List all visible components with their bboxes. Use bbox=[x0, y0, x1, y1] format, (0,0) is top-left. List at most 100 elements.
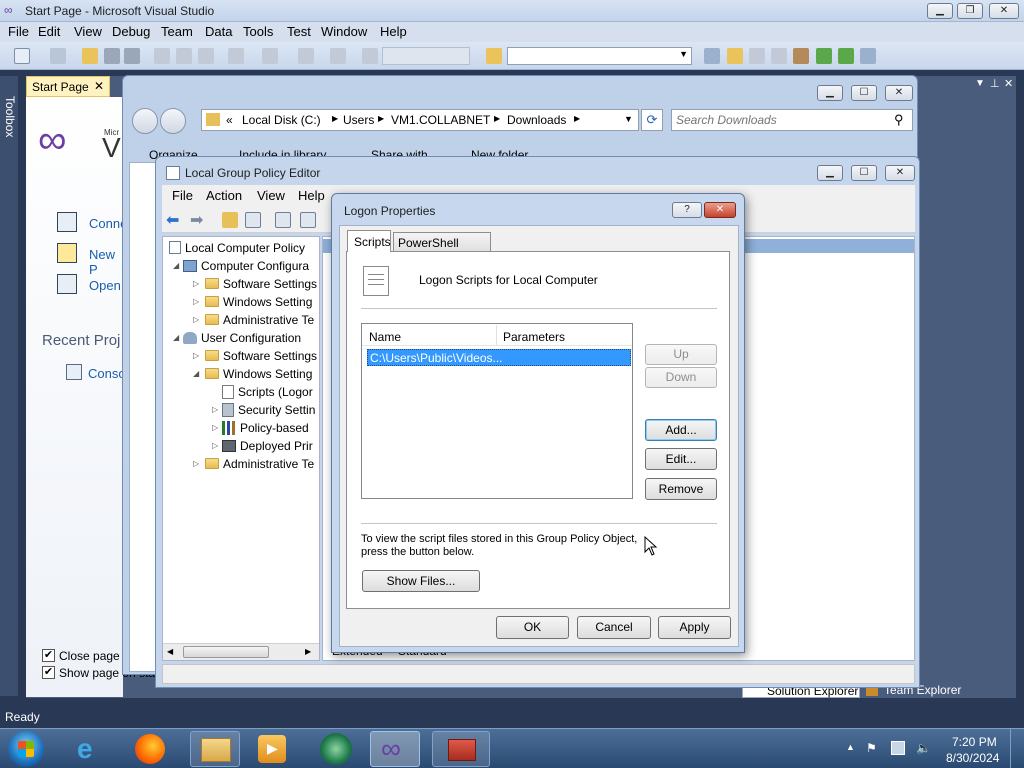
taskbar-media-center-icon[interactable] bbox=[320, 733, 352, 765]
tree-item-administrative-templates-1[interactable]: ▷ Administrative Te bbox=[193, 311, 314, 329]
vs-minimize-button[interactable]: ▁ bbox=[927, 3, 953, 19]
explorer-back-button[interactable] bbox=[132, 108, 158, 134]
new-project-icon[interactable] bbox=[14, 48, 30, 64]
collapse-arrow-icon[interactable]: ▷ bbox=[212, 401, 222, 419]
object-browser-icon[interactable] bbox=[771, 48, 787, 64]
expand-arrow-icon[interactable]: ◢ bbox=[173, 257, 183, 275]
properties-view-icon[interactable] bbox=[275, 212, 291, 228]
solution-explorer-icon[interactable] bbox=[727, 48, 743, 64]
address-bar[interactable]: « Local Disk (C:) ▶ Users ▶ VM1.COLLABNE… bbox=[201, 109, 639, 131]
action-center-flag-icon[interactable]: ⚑ bbox=[866, 741, 880, 755]
tree-item-computer-configuration[interactable]: ◢ Computer Configura bbox=[173, 257, 309, 275]
dialog-help-button[interactable]: ? bbox=[672, 202, 702, 218]
vs-menu-team[interactable]: Team bbox=[161, 24, 193, 39]
explorer-maximize-button[interactable]: ☐ bbox=[851, 85, 877, 101]
taskbar-firefox-icon[interactable] bbox=[135, 734, 165, 764]
collapse-arrow-icon[interactable]: ▷ bbox=[193, 311, 203, 329]
tree-item-administrative-templates-2[interactable]: ▷ Administrative Te bbox=[193, 455, 314, 473]
find-combo[interactable]: ▼ bbox=[507, 47, 692, 65]
collapse-arrow-icon[interactable]: ▷ bbox=[212, 419, 222, 437]
cancel-button[interactable]: Cancel bbox=[577, 616, 651, 639]
volume-muted-icon[interactable]: 🔈 bbox=[916, 741, 931, 755]
start-debug-icon[interactable] bbox=[362, 48, 378, 64]
tree-item-user-configuration[interactable]: ◢ User Configuration bbox=[173, 329, 301, 347]
address-dropdown-icon[interactable]: ▼ bbox=[624, 114, 633, 124]
paste-icon[interactable] bbox=[198, 48, 214, 64]
explorer-close-button[interactable]: ✕ bbox=[885, 85, 913, 101]
explorer-forward-button[interactable] bbox=[160, 108, 186, 134]
taskbar-toolbox-app-icon[interactable] bbox=[432, 731, 490, 767]
list-item[interactable]: C:\Users\Public\Videos... bbox=[367, 349, 631, 366]
up-folder-icon[interactable] bbox=[222, 212, 238, 228]
doc-window-menu-icon[interactable]: ▼ bbox=[975, 78, 985, 89]
gpedit-close-button[interactable]: ✕ bbox=[885, 165, 915, 181]
taskbar-visual-studio-icon[interactable]: ∞ bbox=[370, 731, 420, 767]
solution-config-dropdown[interactable] bbox=[382, 47, 470, 65]
up-button[interactable]: Up bbox=[645, 344, 717, 365]
address-segment-user[interactable]: VM1.COLLABNET bbox=[391, 113, 490, 127]
show-files-button[interactable]: Show Files... bbox=[362, 570, 480, 592]
vs-menu-debug[interactable]: Debug bbox=[112, 24, 150, 39]
vs-restore-button[interactable]: ❐ bbox=[957, 3, 983, 19]
gpedit-menu-help[interactable]: Help bbox=[298, 188, 325, 203]
dialog-close-button[interactable]: ✕ bbox=[704, 202, 736, 218]
tree-horizontal-scrollbar[interactable]: ◀ ▶ bbox=[163, 643, 319, 660]
start-page-icon[interactable] bbox=[816, 48, 832, 64]
tree-item-scripts-logon[interactable]: Scripts (Logor bbox=[212, 383, 313, 401]
vs-menu-file[interactable]: File bbox=[8, 24, 29, 39]
forward-arrow-icon[interactable]: ➡ bbox=[190, 210, 203, 230]
tray-expand-icon[interactable]: ▲ bbox=[846, 742, 855, 752]
export-list-icon[interactable] bbox=[300, 212, 316, 228]
undo-icon[interactable] bbox=[228, 48, 244, 64]
collapse-arrow-icon[interactable]: ▷ bbox=[193, 293, 203, 311]
tab-powershell-scripts[interactable]: PowerShell Scripts bbox=[393, 232, 491, 264]
find-icon[interactable] bbox=[486, 48, 502, 64]
explorer-search-input[interactable] bbox=[676, 112, 876, 128]
gpedit-menu-file[interactable]: File bbox=[172, 188, 193, 203]
tab-close-icon[interactable]: ✕ bbox=[94, 79, 104, 93]
collapse-arrow-icon[interactable]: ▷ bbox=[212, 437, 222, 455]
tree-item-windows-settings-2[interactable]: ◢ Windows Setting bbox=[193, 365, 312, 383]
column-header-parameters[interactable]: Parameters bbox=[503, 330, 565, 344]
add-button[interactable]: Add... bbox=[645, 419, 717, 441]
tree-item-deployed-printers[interactable]: ▷ Deployed Prir bbox=[212, 437, 313, 455]
tree-item-security-settings[interactable]: ▷ Security Settin bbox=[212, 401, 315, 419]
redo-icon[interactable] bbox=[262, 48, 278, 64]
refresh-button[interactable]: ⟳ bbox=[641, 109, 663, 131]
toolbox-strip[interactable]: Toolbox bbox=[0, 76, 18, 696]
taskbar-media-player-icon[interactable]: ▶ bbox=[258, 735, 286, 763]
vs-menu-edit[interactable]: Edit bbox=[38, 24, 60, 39]
column-header-name[interactable]: Name bbox=[369, 330, 401, 344]
vs-menu-test[interactable]: Test bbox=[287, 24, 311, 39]
back-arrow-icon[interactable]: ⬅ bbox=[166, 210, 179, 230]
scroll-right-icon[interactable]: ▶ bbox=[305, 647, 311, 656]
scroll-left-icon[interactable]: ◀ bbox=[167, 647, 173, 656]
explorer-minimize-button[interactable]: ▁ bbox=[817, 85, 843, 101]
show-desktop-button[interactable] bbox=[1010, 729, 1024, 768]
explorer-search-box[interactable]: ⚲ bbox=[671, 109, 913, 131]
gpedit-menu-action[interactable]: Action bbox=[206, 188, 242, 203]
collapse-arrow-icon[interactable]: ▷ bbox=[193, 275, 203, 293]
address-segment-drive[interactable]: Local Disk (C:) bbox=[242, 113, 321, 127]
tab-start-page[interactable]: Start Page ✕ bbox=[26, 76, 110, 97]
vs-close-button[interactable]: ✕ bbox=[989, 3, 1019, 19]
gpedit-menu-view[interactable]: View bbox=[257, 188, 285, 203]
find-in-files-icon[interactable] bbox=[704, 48, 720, 64]
edit-button[interactable]: Edit... bbox=[645, 448, 717, 470]
show-hide-tree-icon[interactable] bbox=[245, 212, 261, 228]
cut-icon[interactable] bbox=[154, 48, 170, 64]
save-icon[interactable] bbox=[104, 48, 120, 64]
expand-arrow-icon[interactable]: ◢ bbox=[173, 329, 183, 347]
vs-menu-view[interactable]: View bbox=[74, 24, 102, 39]
tree-item-software-settings-2[interactable]: ▷ Software Settings bbox=[193, 347, 317, 365]
tab-scripts[interactable]: Scripts bbox=[347, 230, 391, 252]
collapse-arrow-icon[interactable]: ▷ bbox=[193, 455, 203, 473]
add-item-icon[interactable] bbox=[50, 48, 66, 64]
vs-menu-tools[interactable]: Tools bbox=[243, 24, 273, 39]
toolbox-tool-icon[interactable] bbox=[793, 48, 809, 64]
properties-icon[interactable] bbox=[749, 48, 765, 64]
tree-item-windows-settings-1[interactable]: ▷ Windows Setting bbox=[193, 293, 312, 311]
vs-menu-window[interactable]: Window bbox=[321, 24, 367, 39]
scripts-list[interactable]: Name Parameters C:\Users\Public\Videos..… bbox=[361, 323, 633, 499]
down-button[interactable]: Down bbox=[645, 367, 717, 388]
